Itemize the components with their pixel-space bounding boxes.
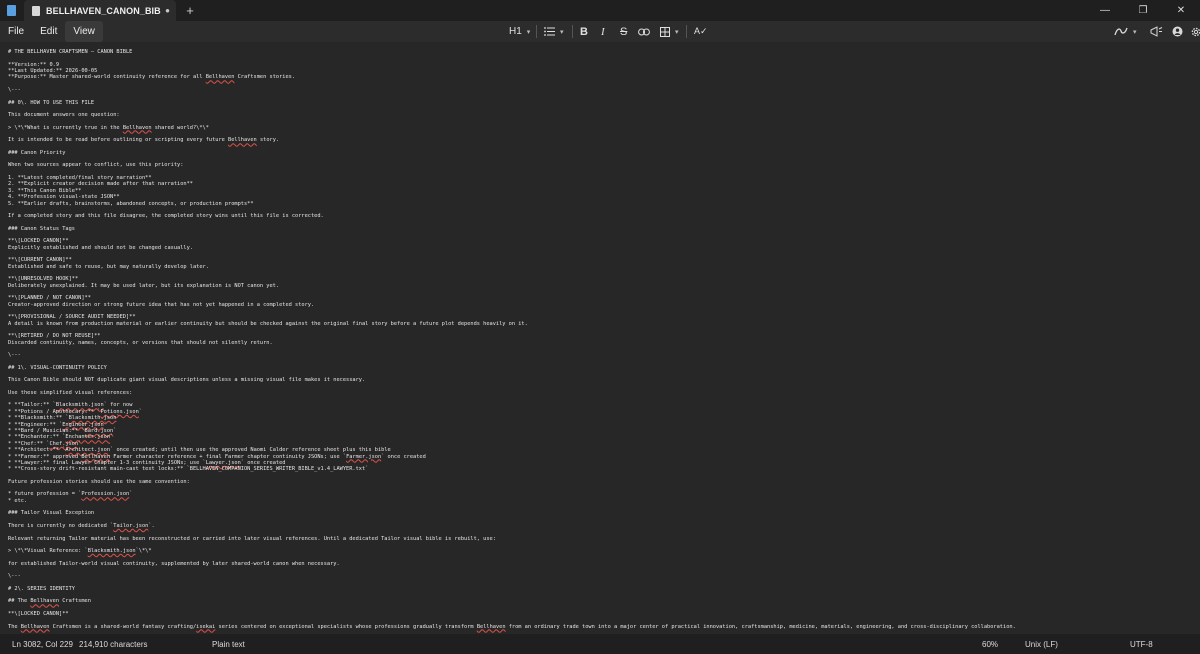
cursor-position[interactable]: Ln 3082, Col 229	[12, 634, 73, 654]
toolbar-divider	[536, 25, 537, 38]
settings-button[interactable]	[1190, 21, 1200, 42]
menu-file[interactable]: File	[0, 21, 32, 42]
toolbar-divider	[686, 25, 687, 38]
spellcheck-button[interactable]: A✓	[694, 21, 708, 42]
status-bar: Ln 3082, Col 229 214,910 characters Plai…	[0, 634, 1200, 654]
account-icon	[1172, 26, 1183, 37]
megaphone-icon	[1150, 26, 1163, 37]
menu-view[interactable]: View	[65, 21, 103, 42]
toolbar-divider	[572, 25, 573, 38]
line-ending[interactable]: Unix (LF)	[1025, 634, 1058, 654]
notepad-icon	[0, 0, 22, 21]
chevron-down-icon: ▾	[560, 28, 564, 36]
italic-button[interactable]: I	[601, 21, 605, 42]
file-format[interactable]: Plain text	[212, 634, 245, 654]
link-icon	[638, 28, 650, 35]
close-window-button[interactable]: ✕	[1162, 0, 1200, 21]
editor-area[interactable]: # THE BELLHAVEN CRAFTSMEN — CANON BIBLE *…	[0, 42, 1200, 634]
chevron-down-icon: ▾	[675, 28, 679, 36]
bold-button[interactable]: B	[580, 21, 588, 42]
document-text[interactable]: # THE BELLHAVEN CRAFTSMEN — CANON BIBLE *…	[8, 49, 1192, 630]
tab-title: BELLHAVEN_CANON_BIBLE_UPDATI	[46, 5, 161, 16]
table-dropdown[interactable]: ▾	[660, 21, 679, 42]
heading-dropdown[interactable]: H1 ▾	[509, 21, 530, 42]
link-button[interactable]	[638, 21, 650, 42]
menu-bar: File Edit View H1 ▾ ▾ B I S ▾ A✓ ▾	[0, 21, 1200, 42]
copilot-icon	[1114, 27, 1128, 36]
zoom-level[interactable]: 60%	[982, 634, 998, 654]
menu-edit[interactable]: Edit	[32, 21, 65, 42]
account-button[interactable]	[1172, 21, 1183, 42]
chevron-down-icon: ▾	[1133, 28, 1137, 36]
table-icon	[660, 26, 670, 37]
document-line[interactable]: The Bellhaven Craftsmen is a shared-worl…	[8, 624, 1192, 630]
maximize-button[interactable]: ❐	[1124, 0, 1162, 21]
unsaved-indicator-icon[interactable]: ●	[165, 6, 170, 15]
copilot-button[interactable]: ▾	[1114, 21, 1137, 42]
document-icon	[32, 5, 40, 16]
minimize-button[interactable]: —	[1086, 0, 1124, 21]
strikethrough-button[interactable]: S	[620, 21, 627, 42]
heading-label: H1	[509, 26, 522, 37]
gear-icon	[1191, 27, 1200, 36]
encoding[interactable]: UTF-8	[1130, 634, 1153, 654]
list-dropdown[interactable]: ▾	[544, 21, 564, 42]
title-bar: BELLHAVEN_CANON_BIBLE_UPDATI ● + — ❐ ✕	[0, 0, 1200, 21]
chevron-down-icon: ▾	[526, 28, 531, 36]
character-count: 214,910 characters	[79, 639, 148, 649]
share-button[interactable]	[1150, 21, 1163, 42]
new-tab-button[interactable]: +	[176, 0, 204, 21]
document-tab[interactable]: BELLHAVEN_CANON_BIBLE_UPDATI ●	[24, 0, 176, 21]
bullet-list-icon	[544, 27, 555, 36]
